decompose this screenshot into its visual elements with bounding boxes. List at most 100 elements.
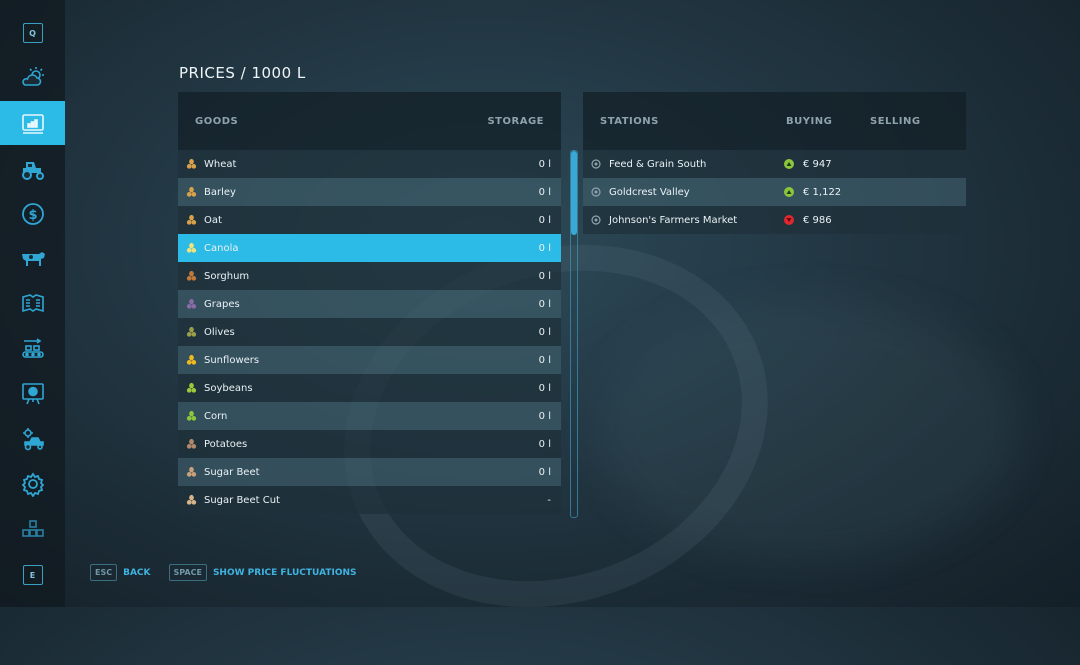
goods-table-header: GOODS STORAGE (178, 92, 561, 150)
sidebar-item-prices[interactable] (0, 101, 65, 145)
tractor-icon (21, 162, 44, 180)
goods-storage: 0 l (538, 326, 551, 338)
goods-row-sugar-beet-cut[interactable]: Sugar Beet Cut - (178, 486, 561, 514)
goods-storage: 0 l (538, 298, 551, 310)
goods-row-wheat[interactable]: Wheat 0 l (178, 150, 561, 178)
station-row[interactable]: Goldcrest Valley € 1,122 (583, 178, 966, 206)
goods-storage: - (547, 494, 551, 506)
sidebar-item-animals[interactable] (0, 237, 65, 281)
contracts-icon (21, 294, 44, 313)
goods-scrollbar[interactable] (570, 150, 578, 518)
stations-table-header: STATIONS BUYING SELLING (583, 92, 966, 150)
scrollbar-thumb[interactable] (571, 151, 577, 235)
storage-column-header[interactable]: STORAGE (487, 116, 544, 127)
sidebar-item-finances[interactable]: $ (0, 192, 65, 236)
goods-row-canola[interactable]: Canola 0 l (178, 234, 561, 262)
prices-chart-icon (21, 114, 44, 134)
goods-row-oat[interactable]: Oat 0 l (178, 206, 561, 234)
goods-row-sunflowers[interactable]: Sunflowers 0 l (178, 346, 561, 374)
goods-name: Barley (204, 186, 236, 198)
space-key-hint[interactable]: SPACE (168, 564, 207, 581)
back-button[interactable]: BACK (123, 568, 150, 578)
goods-row-sugar-beet[interactable]: Sugar Beet 0 l (178, 458, 561, 486)
station-name: Goldcrest Valley (609, 186, 690, 198)
goods-storage: 0 l (538, 466, 551, 478)
goods-name: Oat (204, 214, 222, 226)
sugar-beet-cut-icon (184, 493, 198, 507)
goods-row-sorghum[interactable]: Sorghum 0 l (178, 262, 561, 290)
weather-icon (21, 67, 44, 86)
sidebar-item-multiplayer[interactable] (0, 507, 65, 551)
q-key-icon: Q (22, 23, 43, 43)
settings-gear-icon (21, 472, 44, 497)
svg-text:$: $ (28, 208, 37, 223)
goods-row-barley[interactable]: Barley 0 l (178, 178, 561, 206)
footer-actions: ESC BACK SPACE SHOW PRICE FLUCTUATIONS (90, 564, 369, 581)
goods-row-grapes[interactable]: Grapes 0 l (178, 290, 561, 318)
goods-name: Sugar Beet Cut (204, 494, 280, 506)
esc-key-hint[interactable]: ESC (90, 564, 118, 581)
goods-name: Sorghum (204, 270, 250, 282)
goods-row-olives[interactable]: Olives 0 l (178, 318, 561, 346)
goods-column-header[interactable]: GOODS (195, 116, 238, 127)
station-location-icon (591, 187, 601, 197)
goods-name: Canola (204, 242, 239, 254)
grapes-icon (184, 297, 198, 311)
stations-list: Feed & Grain South € 947 Goldcrest Valley €… (583, 150, 966, 234)
sidebar-item-garage[interactable] (0, 417, 65, 461)
station-row[interactable]: Johnson's Farmers Market € 986 (583, 206, 966, 234)
goods-name: Soybeans (204, 382, 253, 394)
buying-column-header[interactable]: BUYING (786, 116, 832, 127)
page-title: PRICES / 1000 L (179, 64, 306, 82)
buying-price: € 947 (803, 158, 832, 170)
goods-storage: 0 l (538, 186, 551, 198)
sidebar-item-statistics[interactable] (0, 372, 65, 416)
sidebar-item-settings[interactable] (0, 462, 65, 506)
goods-list: Wheat 0 l Barley 0 l Oat 0 l Canola 0 l Sorghum 0… (178, 150, 561, 514)
goods-row-soybeans[interactable]: Soybeans 0 l (178, 374, 561, 402)
production-conveyor-icon (21, 338, 44, 358)
goods-name: Grapes (204, 298, 240, 310)
sunflower-icon (184, 353, 198, 367)
goods-storage: 0 l (538, 354, 551, 366)
animals-cow-icon (21, 252, 45, 266)
statistics-board-icon (21, 383, 44, 405)
show-price-fluctuations-button[interactable]: SHOW PRICE FLUCTUATIONS (213, 568, 357, 578)
oat-icon (184, 213, 198, 227)
goods-name: Corn (204, 410, 228, 422)
corn-icon (184, 409, 198, 423)
price-up-icon (784, 187, 794, 197)
sidebar: Q $ E (0, 0, 65, 607)
goods-storage: 0 l (538, 410, 551, 422)
goods-storage: 0 l (538, 242, 551, 254)
station-location-icon (591, 159, 601, 169)
potato-icon (184, 437, 198, 451)
sidebar-item-vehicles[interactable] (0, 147, 65, 191)
finances-dollar-icon: $ (21, 203, 44, 225)
sidebar-item-production[interactable] (0, 327, 65, 371)
sorghum-icon (184, 269, 198, 283)
barley-icon (184, 185, 198, 199)
sidebar-item-weather[interactable] (0, 56, 65, 100)
stations-column-header[interactable]: STATIONS (600, 116, 659, 127)
goods-row-potatoes[interactable]: Potatoes 0 l (178, 430, 561, 458)
goods-name: Sunflowers (204, 354, 260, 366)
goods-storage: 0 l (538, 438, 551, 450)
e-key-icon: E (22, 565, 43, 585)
buying-price: € 1,122 (803, 186, 842, 198)
goods-row-corn[interactable]: Corn 0 l (178, 402, 561, 430)
goods-name: Sugar Beet (204, 466, 260, 478)
price-up-icon (784, 159, 794, 169)
wheat-icon (184, 157, 198, 171)
olives-icon (184, 325, 198, 339)
station-row[interactable]: Feed & Grain South € 947 (583, 150, 966, 178)
sidebar-item-q-key[interactable]: Q (0, 11, 65, 55)
sidebar-item-e-key[interactable]: E (0, 553, 65, 597)
buying-price: € 986 (803, 214, 832, 226)
station-name: Johnson's Farmers Market (609, 214, 738, 226)
canola-icon (184, 241, 198, 255)
sidebar-item-contracts[interactable] (0, 282, 65, 326)
goods-name: Potatoes (204, 438, 248, 450)
goods-storage: 0 l (538, 270, 551, 282)
selling-column-header[interactable]: SELLING (870, 116, 921, 127)
